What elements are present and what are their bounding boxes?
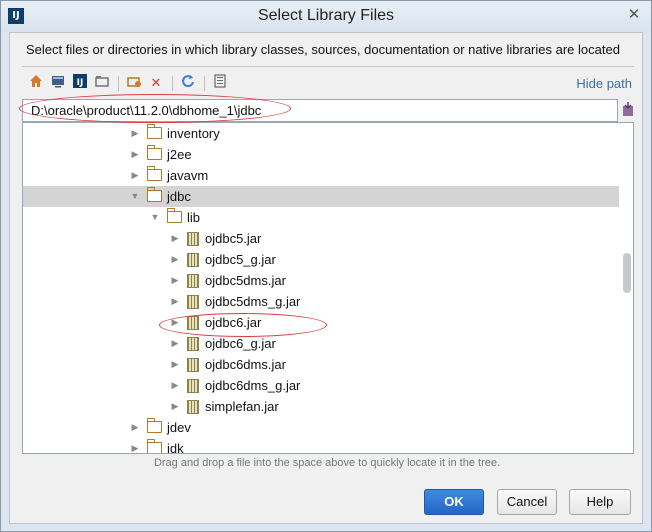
tree-item-label: ojdbc6_g.jar [205, 336, 276, 351]
folder-icon [146, 145, 162, 160]
expand-arrow-icon[interactable]: ▼ [149, 207, 161, 228]
tree-item-label: j2ee [167, 147, 192, 162]
dialog-content: Select files or directories in which lib… [9, 32, 643, 524]
tree-item-label: ojdbc6.jar [205, 315, 262, 330]
cancel-button[interactable]: Cancel [497, 489, 557, 515]
tree-item-label: ojdbc6dms.jar [205, 357, 286, 372]
collapse-arrow-icon[interactable]: ▶ [169, 375, 181, 396]
tree-item-folder[interactable]: ▶ jdk [23, 438, 619, 454]
tree-item-label: jdbc [167, 189, 191, 204]
toolbar-separator [118, 76, 119, 91]
jar-icon [187, 400, 199, 414]
collapse-arrow-icon[interactable]: ▶ [169, 270, 181, 291]
toolbar-separator [172, 76, 173, 91]
tree-item-label: javavm [167, 168, 209, 183]
close-icon[interactable]: ✕ [623, 5, 645, 25]
collapse-arrow-icon[interactable]: ▶ [129, 438, 141, 453]
hide-path-link[interactable]: Hide path [576, 76, 632, 91]
folder-icon [146, 439, 162, 453]
dialog-window: IJ Select Library Files ✕ Select files o… [0, 0, 652, 532]
tree-item-label: jdev [167, 420, 191, 435]
collapse-arrow-icon[interactable]: ▶ [169, 354, 181, 375]
project-icon[interactable]: IJ [70, 73, 90, 93]
scrollbar-thumb[interactable] [623, 253, 631, 293]
help-button[interactable]: Help [569, 489, 631, 515]
drag-drop-hint: Drag and drop a file into the space abov… [153, 457, 501, 469]
tree-item-folder[interactable]: ▶ javavm [23, 165, 619, 186]
tree-item-folder[interactable]: ▶ j2ee [23, 144, 619, 165]
collapse-arrow-icon[interactable]: ▶ [169, 291, 181, 312]
tree-item-jar[interactable]: ▶ ojdbc6_g.jar [23, 333, 619, 354]
tree-item-label: ojdbc5_g.jar [205, 252, 276, 267]
divider [22, 66, 634, 67]
folder-icon [146, 124, 162, 139]
tree-item-folder[interactable]: ▼ lib [23, 207, 619, 228]
collapse-arrow-icon[interactable]: ▶ [169, 249, 181, 270]
collapse-arrow-icon[interactable]: ▶ [169, 228, 181, 249]
tree-item-label: ojdbc6dms_g.jar [205, 378, 301, 393]
folder-icon [146, 166, 162, 181]
dialog-title: Select Library Files [257, 7, 395, 24]
collapse-arrow-icon[interactable]: ▶ [129, 417, 141, 438]
tree-scrollbar[interactable] [621, 123, 633, 453]
tree-item-jar[interactable]: ▶ ojdbc6.jar [23, 312, 619, 333]
collapse-arrow-icon[interactable]: ▶ [169, 333, 181, 354]
jar-icon [187, 253, 199, 267]
jar-icon [187, 274, 199, 288]
jar-icon [187, 316, 199, 330]
jar-icon [187, 295, 199, 309]
tree-item-folder[interactable]: ▶ jdev [23, 417, 619, 438]
file-tree[interactable]: ▶ inventory ▶ j2ee ▶ javavm ▼ jdbc ▼ lib ▶ ojdbc5.j… [22, 122, 634, 454]
tree-item-jar[interactable]: ▶ ojdbc5.jar [23, 228, 619, 249]
file-toolbar: IJ ✕ [26, 73, 266, 95]
tree-item-jar[interactable]: ▶ simplefan.jar [23, 396, 619, 417]
tree-item-label: simplefan.jar [205, 399, 279, 414]
home-icon[interactable] [26, 73, 46, 93]
folder-icon [146, 187, 162, 202]
folder-icon [146, 418, 162, 433]
path-input[interactable]: D:\oracle\product\11.2.0\dbhome_1\jdbc [22, 99, 618, 122]
tree-item-folder[interactable]: ▶ inventory [23, 123, 619, 144]
jar-icon [187, 379, 199, 393]
module-folder-icon[interactable] [92, 73, 112, 93]
path-history-icon[interactable] [621, 101, 635, 119]
tree-item-jar[interactable]: ▶ ojdbc5dms_g.jar [23, 291, 619, 312]
tree-item-label: lib [187, 210, 201, 225]
jar-icon [187, 358, 199, 372]
collapse-arrow-icon[interactable]: ▶ [169, 312, 181, 333]
tree-item-label: jdk [167, 441, 184, 454]
tree-item-label: ojdbc5dms_g.jar [205, 294, 301, 309]
collapse-arrow-icon[interactable]: ▶ [169, 396, 181, 417]
svg-text:IJ: IJ [77, 78, 84, 88]
title-bar: IJ Select Library Files ✕ [1, 1, 651, 32]
show-hidden-icon[interactable] [210, 73, 230, 93]
refresh-icon[interactable] [178, 73, 198, 93]
tree-item-jar[interactable]: ▶ ojdbc6dms_g.jar [23, 375, 619, 396]
ok-button[interactable]: OK [424, 489, 484, 515]
tree-item-jar[interactable]: ▶ ojdbc6dms.jar [23, 354, 619, 375]
tree-item-label: ojdbc5.jar [205, 231, 262, 246]
folder-icon [166, 208, 182, 223]
collapse-arrow-icon[interactable]: ▶ [129, 144, 141, 165]
expand-arrow-icon[interactable]: ▼ [129, 186, 141, 207]
jar-icon [187, 232, 199, 246]
new-folder-icon[interactable] [124, 73, 144, 93]
jar-icon [187, 337, 199, 351]
desktop-icon[interactable] [48, 73, 68, 93]
toolbar-separator [204, 76, 205, 91]
collapse-arrow-icon[interactable]: ▶ [129, 123, 141, 144]
collapse-arrow-icon[interactable]: ▶ [129, 165, 141, 186]
tree-item-label: ojdbc5dms.jar [205, 273, 286, 288]
tree-item-jar[interactable]: ▶ ojdbc5dms.jar [23, 270, 619, 291]
tree-item-label: inventory [167, 126, 220, 141]
delete-icon[interactable]: ✕ [146, 73, 166, 93]
dialog-description: Select files or directories in which lib… [26, 42, 620, 57]
tree-item-folder[interactable]: ▼ jdbc [23, 186, 619, 207]
tree-item-jar[interactable]: ▶ ojdbc5_g.jar [23, 249, 619, 270]
